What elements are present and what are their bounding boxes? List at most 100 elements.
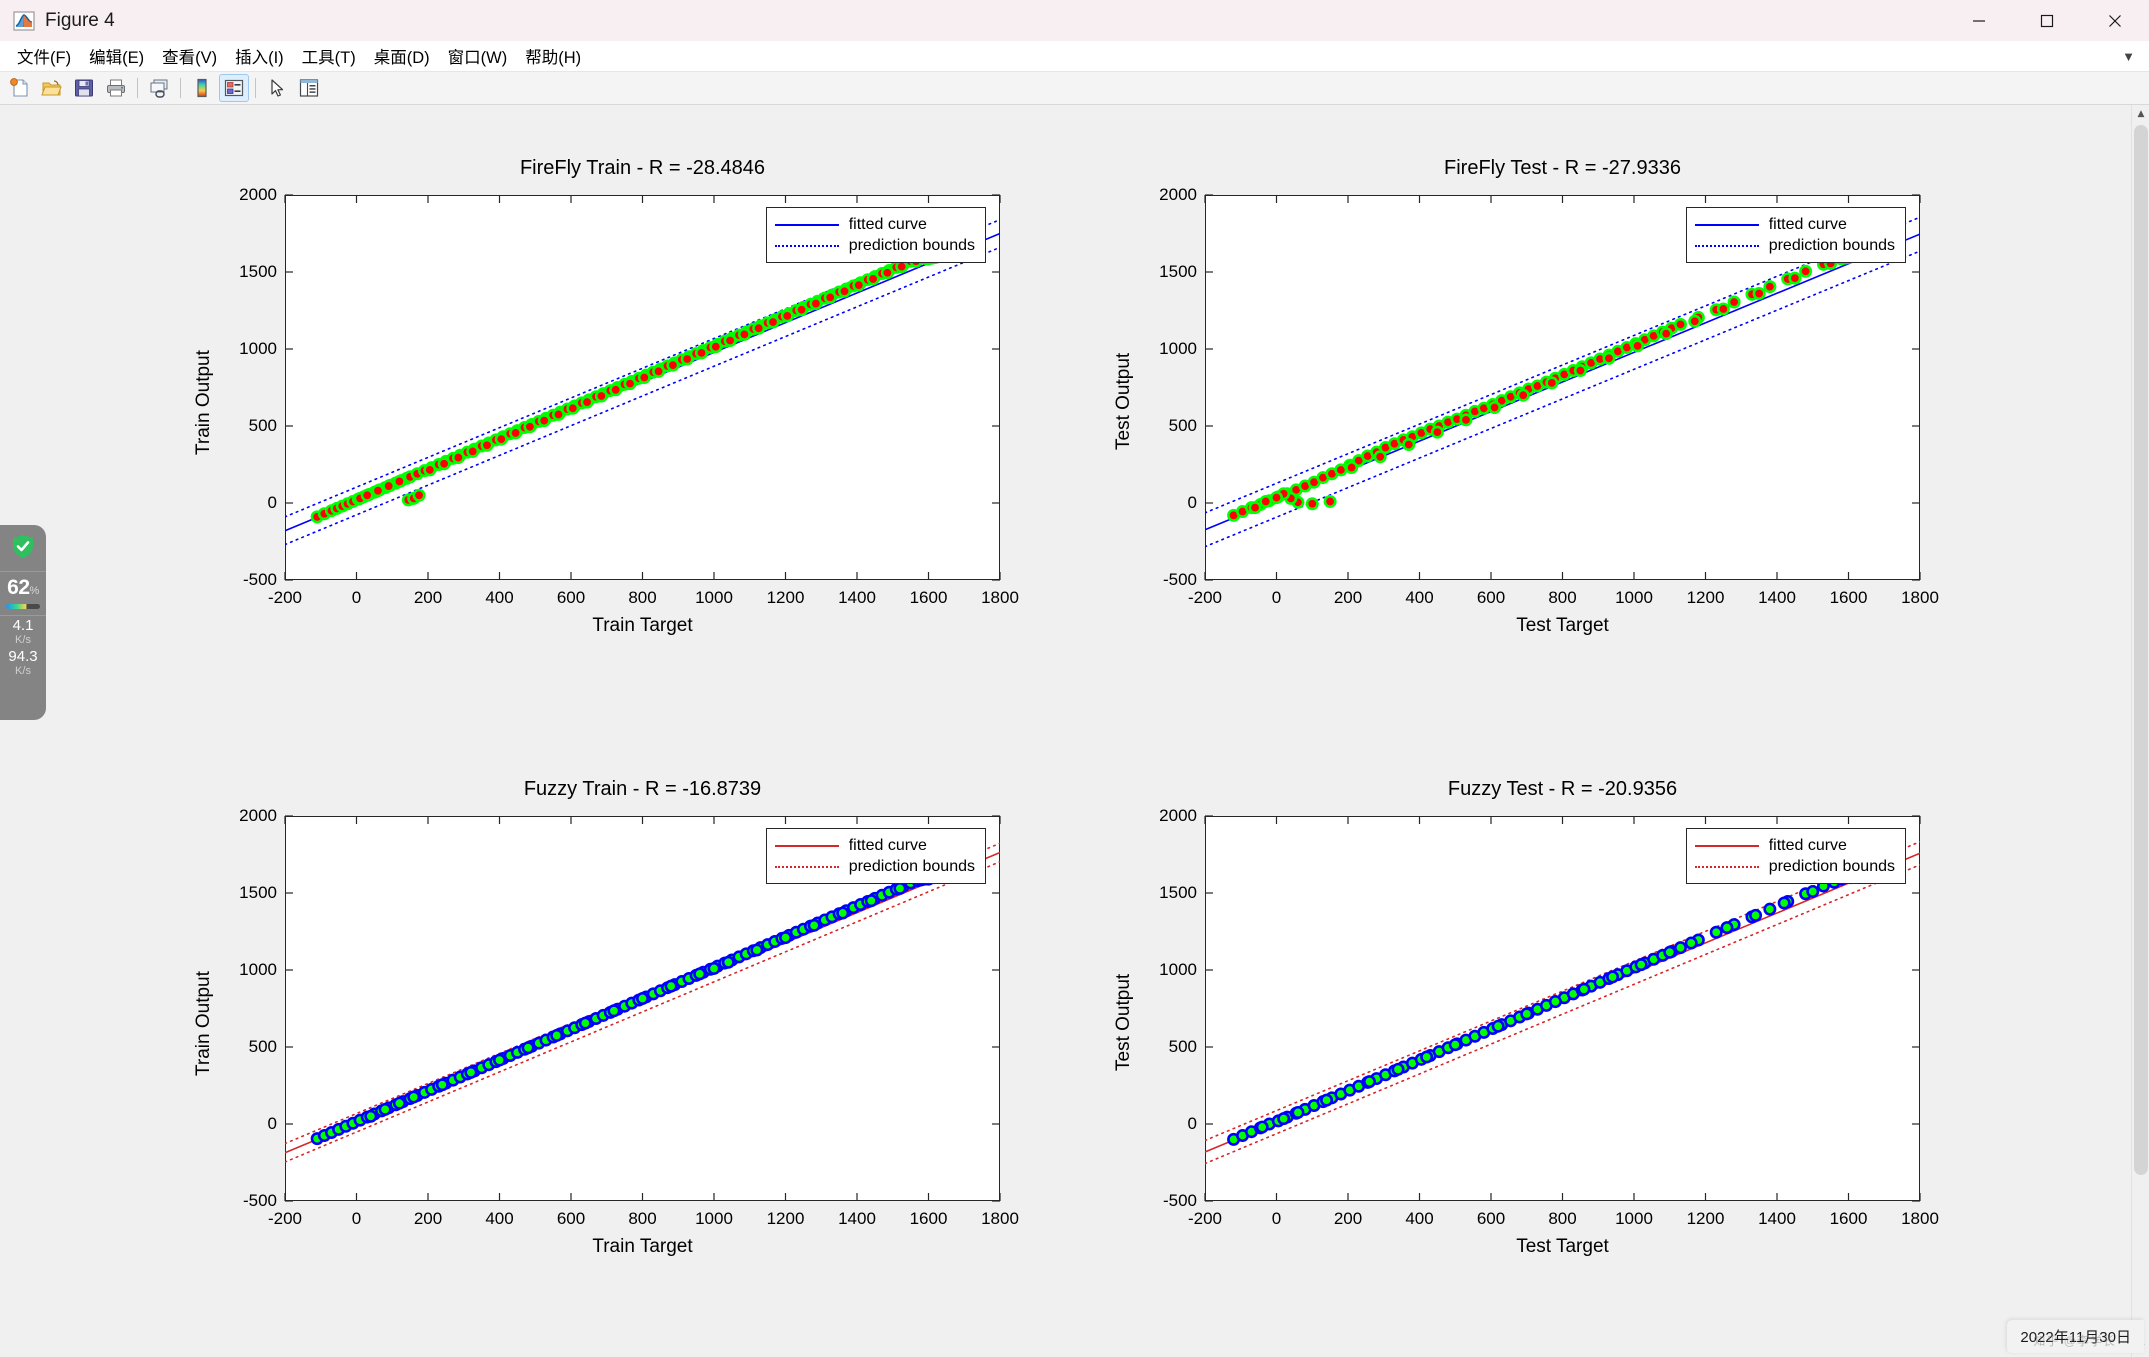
x-tick-label: 1200 <box>1686 1209 1725 1228</box>
minimize-button[interactable] <box>1945 0 2013 41</box>
link-plot-icon[interactable] <box>144 74 174 102</box>
menu-bar: 文件(F) 编辑(E) 查看(V) 插入(I) 工具(T) 桌面(D) 窗口(W… <box>0 41 2149 72</box>
x-tick-label: 400 <box>1405 588 1434 607</box>
plot-fuzzy-train[interactable]: Fuzzy Train - R = -16.8739 Train Output … <box>193 778 1019 1257</box>
chevron-down-icon[interactable]: ▼ <box>2122 49 2135 64</box>
download-speed-unit: K/s <box>15 664 31 677</box>
y-tick-label: 1000 <box>1159 339 1197 358</box>
x-tick-label: 1000 <box>1615 588 1653 607</box>
system-monitor-widget[interactable]: 62% 4.1 K/s 94.3 K/s <box>0 525 46 720</box>
window-title: Figure 4 <box>45 9 115 31</box>
y-tick-label: -500 <box>1162 1191 1197 1210</box>
legend[interactable]: fitted curve prediction bounds <box>765 207 986 263</box>
x-tick-label: 1800 <box>1901 588 1939 607</box>
legend-label: fitted curve <box>848 215 927 233</box>
scroll-up-arrow-icon[interactable]: ▲ <box>2132 105 2149 123</box>
x-tick-label: -200 <box>267 588 303 607</box>
plot-firefly-test[interactable]: FireFly Test - R = -27.9336 Test Output … <box>1113 157 1939 636</box>
menu-window[interactable]: 窗口(W) <box>439 41 517 71</box>
x-tick-label: -200 <box>267 1209 303 1228</box>
x-tick-label: 600 <box>556 588 586 607</box>
menu-edit[interactable]: 编辑(E) <box>80 41 153 71</box>
x-tick-label: 400 <box>485 1209 514 1228</box>
x-tick-label: 800 <box>1548 1209 1577 1228</box>
x-tick-label: 0 <box>1271 588 1282 607</box>
y-tick-label: 500 <box>1168 1037 1197 1056</box>
x-tick-label: 1400 <box>1758 1209 1796 1228</box>
legend-item: fitted curve <box>1694 835 1895 856</box>
legend-line-solid-icon <box>1694 219 1759 231</box>
x-tick-label: 200 <box>413 1209 443 1228</box>
insert-colorbar-icon[interactable] <box>187 74 217 102</box>
legend-label: fitted curve <box>1768 215 1847 233</box>
matlab-figure-icon <box>13 10 35 32</box>
x-tick-label: 1600 <box>1829 588 1868 607</box>
legend[interactable]: fitted curve prediction bounds <box>1685 828 1906 884</box>
upload-speed-unit: K/s <box>15 633 31 646</box>
menu-desktop[interactable]: 桌面(D) <box>365 41 439 71</box>
x-tick-label: 1600 <box>909 1209 948 1228</box>
x-tick-label: 400 <box>485 588 514 607</box>
close-button[interactable] <box>2081 0 2149 41</box>
x-tick-label: 0 <box>1271 1209 1282 1228</box>
y-tick-label: 1500 <box>1159 262 1197 281</box>
menu-view[interactable]: 查看(V) <box>153 41 226 71</box>
legend-label: prediction bounds <box>1768 857 1895 875</box>
y-tick-label: 0 <box>267 1114 277 1133</box>
legend-label: prediction bounds <box>1768 236 1895 254</box>
plot-fuzzy-test[interactable]: Fuzzy Test - R = -20.9356 Test Output Te… <box>1113 778 1939 1257</box>
x-tick-label: 1200 <box>766 1209 805 1228</box>
percent-unit: % <box>29 585 40 597</box>
x-tick-label: 1600 <box>1829 1209 1868 1228</box>
property-inspector-icon[interactable] <box>294 74 324 102</box>
menu-insert[interactable]: 插入(I) <box>226 41 293 71</box>
memory-usage-percent: 62% <box>0 572 46 600</box>
x-tick-label: 1000 <box>695 1209 733 1228</box>
x-tick-label: 600 <box>1476 588 1506 607</box>
y-tick-label: 1500 <box>239 262 277 281</box>
y-tick-label: -500 <box>1162 570 1197 589</box>
shield-check-icon[interactable] <box>0 525 46 571</box>
toolbar-separator <box>137 78 138 98</box>
maximize-button[interactable] <box>2013 0 2081 41</box>
legend[interactable]: fitted curve prediction bounds <box>765 828 986 884</box>
menu-file[interactable]: 文件(F) <box>8 41 80 71</box>
watermark-text: 知乎 @李学长 <box>2033 1334 2116 1348</box>
legend[interactable]: fitted curve prediction bounds <box>1685 207 1906 263</box>
download-speed-value: 94.3 <box>8 647 38 665</box>
y-tick-label: 1000 <box>1159 960 1197 979</box>
x-tick-label: 1200 <box>1686 588 1725 607</box>
x-tick-label: 600 <box>1476 1209 1506 1228</box>
plot-title: FireFly Test - R = -27.9336 <box>1444 157 1681 179</box>
y-axis-label: Test Output <box>1113 352 1134 450</box>
menu-help[interactable]: 帮助(H) <box>516 41 590 71</box>
vertical-scrollbar[interactable]: ▲ ▼ <box>2131 105 2149 1357</box>
y-tick-label: 0 <box>1187 493 1197 512</box>
legend-line-dotted-icon <box>774 861 839 873</box>
x-tick-label: 1800 <box>981 1209 1019 1228</box>
new-figure-icon[interactable] <box>5 74 35 102</box>
legend-label: fitted curve <box>848 836 927 854</box>
edit-plot-arrow-icon[interactable] <box>262 74 292 102</box>
figure-canvas[interactable]: FireFly Train - R = -28.4846 Train Outpu… <box>0 105 2131 1357</box>
legend-label: prediction bounds <box>848 857 975 875</box>
insert-legend-icon[interactable] <box>219 74 249 102</box>
title-bar: Figure 4 <box>0 0 2149 41</box>
x-axis-label: Test Target <box>1516 615 1609 636</box>
x-tick-label: 1400 <box>838 1209 876 1228</box>
x-tick-label: 400 <box>1405 1209 1434 1228</box>
menu-tools[interactable]: 工具(T) <box>293 41 365 71</box>
print-figure-icon[interactable] <box>101 74 131 102</box>
scrollbar-thumb[interactable] <box>2134 125 2148 1175</box>
y-tick-label: 2000 <box>1159 185 1197 204</box>
legend-line-solid-icon <box>774 840 839 852</box>
y-tick-label: 1500 <box>239 883 277 902</box>
y-tick-label: 500 <box>1168 416 1197 435</box>
save-figure-icon[interactable] <box>69 74 99 102</box>
legend-item: prediction bounds <box>774 235 975 256</box>
open-file-icon[interactable] <box>37 74 67 102</box>
plot-firefly-train[interactable]: FireFly Train - R = -28.4846 Train Outpu… <box>193 157 1019 636</box>
x-axis-label: Train Target <box>592 615 693 636</box>
y-tick-label: 2000 <box>239 185 277 204</box>
x-tick-label: 200 <box>413 588 443 607</box>
